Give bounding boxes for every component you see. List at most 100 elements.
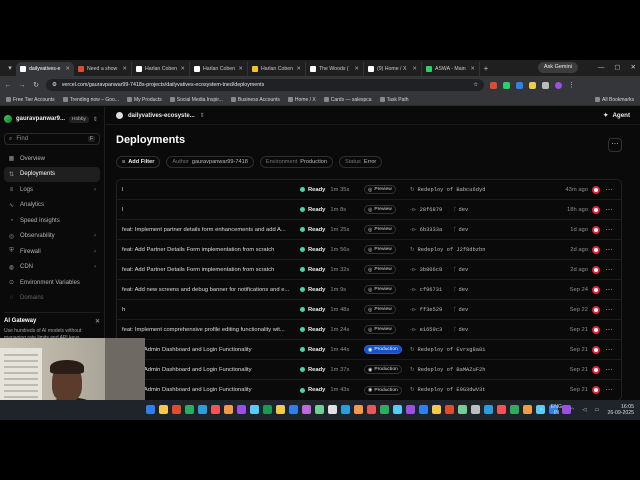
bookmark-item[interactable]: Cards — salespca [323,97,372,103]
browser-tab[interactable]: Harlan Coben ✕ [190,62,248,76]
sidebar-item-domains[interactable]: ◌ Domains [4,291,100,307]
deployment-source[interactable]: ↻ Redeploy of E9G3dwV3t [410,387,520,393]
taskbar-app-icon[interactable] [458,405,467,414]
taskbar-app-icon[interactable] [432,405,441,414]
taskbar-app-icon[interactable] [510,405,519,414]
team-switcher[interactable]: gauravpanwar9... Hobby ⇕ [4,113,100,125]
new-tab-button[interactable]: + [480,62,492,76]
taskbar-app-icon[interactable] [250,405,259,414]
taskbar-app-icon[interactable] [224,405,233,414]
row-menu-icon[interactable]: ⋯ [600,186,618,194]
clock[interactable]: 16:05 26-09-2025 [607,404,634,417]
taskbar-app-icon[interactable] [484,405,493,414]
row-menu-icon[interactable]: ⋯ [600,226,618,234]
row-menu-icon[interactable]: ⋯ [600,326,618,334]
taskbar-app-icon[interactable] [341,405,350,414]
more-options-button[interactable]: ⋯ [608,138,622,152]
branch-ref[interactable]: ᚴ dev [453,327,468,333]
taskbar-app-icon[interactable] [406,405,415,414]
deployment-source[interactable]: -o- 28f6879 ᚴ dev [410,207,520,213]
bookmark-item[interactable]: Home / X [287,97,316,103]
table-row[interactable]: feat: Add Partner Details Form implement… [117,240,621,260]
taskbar-app-icon[interactable] [172,405,181,414]
tab-close-icon[interactable]: ✕ [470,66,475,72]
deployment-source[interactable]: -o- 3b806c8 ᚴ dev [410,267,520,273]
tab-close-icon[interactable]: ✕ [238,66,243,72]
taskbar-app-icon[interactable] [393,405,402,414]
taskbar-app-icon[interactable] [328,405,337,414]
close-window-icon[interactable]: ✕ [631,60,636,76]
chevron-updown-icon[interactable]: ⇕ [200,112,205,119]
taskbar-app-icon[interactable] [367,405,376,414]
table-row[interactable]: l Ready 1m 8s ◎ Preview -o- 28f6879 ᚴ dev 18h ago… [117,200,621,220]
table-row[interactable]: feat: Add new screens and debug banner f… [117,280,621,300]
browser-tab[interactable]: Harlan Coben ✕ [248,62,306,76]
bookmark-item[interactable]: Trending now – Goo... [62,97,119,103]
taskbar-app-icon[interactable] [445,405,454,414]
maximize-icon[interactable]: ▢ [614,60,620,76]
table-row[interactable]: feat: Implement partner details form enh… [117,220,621,240]
deployment-source[interactable]: -o-ff3e529 ᚴ dev [410,307,520,313]
address-bar[interactable]: ⚙ vercel.com/gauravpanwar99-7418s-projec… [46,79,484,91]
deployment-source[interactable]: -o-e1659c3 ᚴ dev [410,327,520,333]
taskbar-app-icon[interactable] [419,405,428,414]
project-switcher[interactable]: dailyvatives-ecosyste... [128,113,195,119]
filter-chip-author[interactable]: Author gauravpanwar99-7418 [166,156,254,168]
bookmark-item[interactable]: Business Accounts [230,97,280,103]
row-menu-icon[interactable]: ⋯ [600,206,618,214]
profile-avatar[interactable] [555,81,562,89]
row-menu-icon[interactable]: ⋯ [600,286,618,294]
close-icon[interactable]: ✕ [95,318,100,325]
taskbar-app-icon[interactable] [315,405,324,414]
browser-tab[interactable]: dailyvatives-e ✕ [16,62,74,76]
reload-icon[interactable]: ↻ [32,81,40,89]
bookmark-item[interactable]: My Products [126,97,162,103]
forward-icon[interactable]: → [18,82,26,89]
tab-search-icon[interactable]: ▾ [4,62,16,76]
deployment-source[interactable]: ↻ Redeploy of J2f8dbzbn [410,247,520,253]
wifi-icon[interactable]: ◠ [570,407,575,413]
tab-close-icon[interactable]: ✕ [412,66,417,72]
taskbar-app-icon[interactable] [211,405,220,414]
branch-ref[interactable]: ᚴ dev [453,227,468,233]
tab-close-icon[interactable]: ✕ [180,66,185,72]
taskbar-app-icon[interactable] [302,405,311,414]
deployment-source[interactable]: -o-cf96731 ᚴ dev [410,287,520,293]
taskbar-app-icon[interactable] [471,405,480,414]
find-input[interactable]: ⌕ Find F [4,133,100,145]
table-row[interactable]: l Ready 1m 35s ◎ Preview ↻ Redeploy of Babcu6d… [117,180,621,200]
taskbar-app-icon[interactable] [146,405,155,414]
sidebar-item-cdn[interactable]: ◍ CDN › [4,260,100,276]
taskbar-app-icon[interactable] [276,405,285,414]
deployment-source[interactable]: ↻ Redeploy of Babcu6dyd [410,187,520,193]
language-indicator[interactable]: ENG IN [551,404,562,416]
row-menu-icon[interactable]: ⋯ [600,346,618,354]
deployment-source[interactable]: ↻ Redeploy of BaMAZuF2h [410,367,520,373]
site-info-icon[interactable]: ⚙ [52,82,57,88]
extension-icon[interactable] [503,81,510,89]
tab-close-icon[interactable]: ✕ [122,66,127,72]
row-menu-icon[interactable]: ⋯ [600,386,618,394]
volume-icon[interactable]: ◁ [583,407,587,413]
bookmark-item[interactable]: Free Tier Accounts [6,97,55,103]
ask-gemini-button[interactable]: Ask Gemini [537,62,578,73]
sidebar-item-observability[interactable]: ◎ Observability › [4,229,100,245]
table-row[interactable]: feat: Implement comprehensive profile ed… [117,320,621,340]
row-menu-icon[interactable]: ⋯ [600,366,618,374]
deployment-source[interactable]: -o- 6b3333a ᚴ dev [410,227,520,233]
tab-close-icon[interactable]: ✕ [65,66,70,72]
taskbar-app-icon[interactable] [237,405,246,414]
sidebar-item-logs[interactable]: ≡ Logs › [4,182,100,198]
branch-ref[interactable]: ᚴ dev [453,307,468,313]
agent-button[interactable]: ✦ Agent [603,112,630,119]
extension-icon[interactable] [490,81,497,89]
tab-close-icon[interactable]: ✕ [296,66,301,72]
table-row[interactable]: plement Admin Dashboard and Login Functi… [117,360,621,380]
browser-tab[interactable]: Need a show ✕ [74,62,132,76]
taskbar-app-icon[interactable] [380,405,389,414]
extensions-puzzle-icon[interactable] [542,81,549,89]
taskbar-app-icon[interactable] [354,405,363,414]
row-menu-icon[interactable]: ⋯ [600,266,618,274]
back-icon[interactable]: ← [4,82,12,89]
add-filter-button[interactable]: ≡ Add Filter [116,156,161,168]
